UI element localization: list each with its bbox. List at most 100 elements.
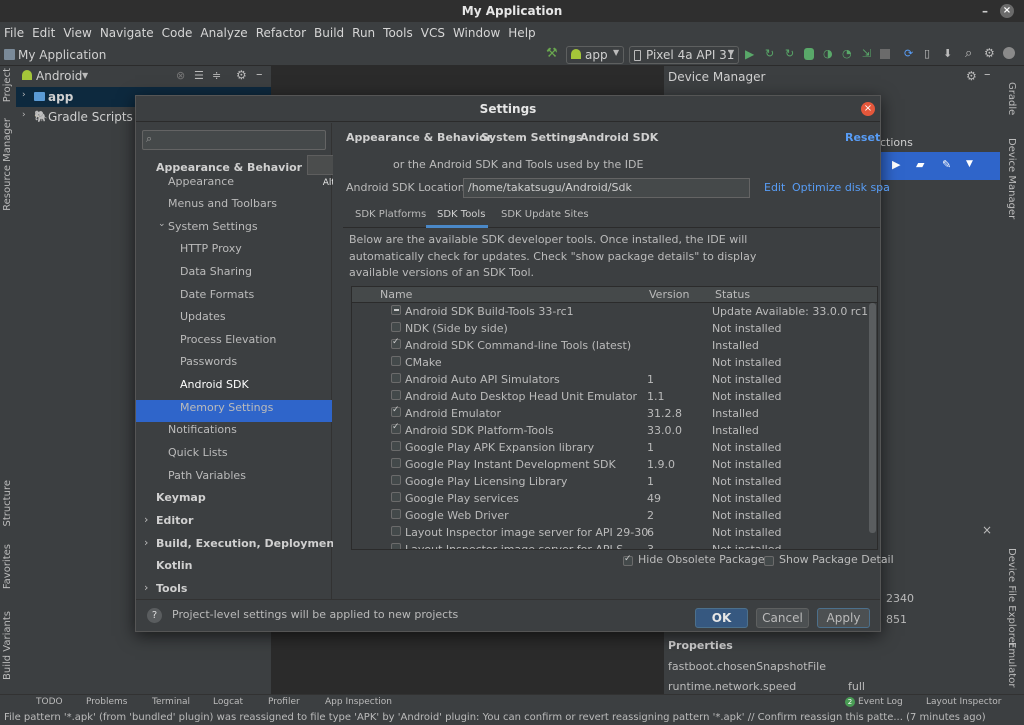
row-checkbox[interactable] [391,322,401,332]
collapse-all-icon[interactable]: ≑ [212,69,221,82]
apply-button[interactable]: Apply [817,608,870,628]
table-row[interactable]: Android SDK Command-line Tools (latest) I… [352,337,877,355]
show-details-checkbox[interactable] [764,556,774,566]
chevron-right-icon[interactable]: › [144,536,148,549]
hide-icon[interactable]: – [256,67,263,82]
layout-inspector-tool-tab[interactable]: Layout Inspector [926,697,1001,707]
tree-http-proxy[interactable]: HTTP Proxy [180,242,242,255]
menu-code[interactable]: Code [158,22,197,44]
tree-date-formats[interactable]: Date Formats [180,288,254,301]
logcat-tool-tab[interactable]: Logcat [213,697,243,707]
emulator-tool-tab[interactable]: Emulator [1006,642,1017,687]
settings-search-input[interactable]: ⌕ [142,130,326,150]
menu-build[interactable]: Build [310,22,348,44]
menu-edit[interactable]: Edit [28,22,59,44]
tree-path-variables[interactable]: Path Variables [168,469,246,482]
status-message[interactable]: File pattern '*.apk' (from 'bundled' plu… [4,712,986,723]
stop-icon[interactable] [880,49,890,59]
tab-sdk-tools[interactable]: SDK Tools [437,205,485,225]
tree-keymap[interactable]: Keymap [156,491,206,504]
chevron-right-icon[interactable]: › [22,110,26,120]
selected-device-row[interactable]: ▶ ▰ ✎ ▼ [880,152,1000,180]
tree-tools[interactable]: Tools [156,582,187,595]
tree-appearance-behavior[interactable]: Appearance & Behavior [156,161,302,174]
table-row[interactable]: Google Web Driver 2 Not installed [352,508,877,525]
sdk-manager-icon[interactable]: ⬇ [943,47,952,60]
menu-file[interactable]: File [0,22,28,44]
resource-manager-tool-tab[interactable]: Resource Manager [2,118,13,211]
table-scrollbar[interactable] [869,303,876,533]
table-row[interactable]: Google Play services 49 Not installed [352,491,877,508]
chevron-down-icon[interactable]: ⌄ [158,219,166,229]
gradle-tool-tab[interactable]: Gradle [1006,82,1017,115]
apply-changes-icon[interactable]: ↻ [765,47,774,60]
row-checkbox[interactable] [391,422,401,434]
column-version[interactable]: Version [649,288,689,301]
build-hammer-icon[interactable]: ⚒ [546,46,558,61]
chevron-down-icon[interactable]: ▼ [82,71,88,80]
apply-code-icon[interactable]: ↻ [785,47,794,60]
app-inspection-tool-tab[interactable]: App Inspection [325,697,392,707]
project-view-select[interactable]: Android [36,69,82,83]
attach-debugger-icon[interactable]: ⇲ [862,47,871,60]
gear-icon[interactable]: ⚙ [966,69,977,83]
tree-notifications[interactable]: Notifications [168,423,237,436]
tree-data-sharing[interactable]: Data Sharing [180,265,252,278]
edit-icon[interactable]: ✎ [942,158,951,171]
hide-icon[interactable]: – [984,67,991,82]
menu-help[interactable]: Help [504,22,539,44]
run-config-select[interactable]: app ▼ [566,46,624,64]
edit-location-link[interactable]: Edit [764,181,785,194]
close-icon[interactable]: × [861,102,875,116]
row-checkbox[interactable] [391,475,401,485]
locate-icon[interactable]: ⊗ [176,69,185,82]
todo-tool-tab[interactable]: TODO [36,697,63,707]
menu-view[interactable]: View [59,22,95,44]
row-checkbox[interactable] [391,405,401,417]
optimize-disk-link[interactable]: Optimize disk spa [792,181,890,194]
expand-all-icon[interactable]: ☰ [194,69,204,82]
sdk-location-field[interactable]: /home/takatsugu/Android/Sdk [463,178,750,198]
coverage-icon[interactable]: ◑ [823,47,833,60]
favorites-tool-tab[interactable]: Favorites [2,544,13,589]
cancel-button[interactable]: Cancel [756,608,809,628]
problems-tool-tab[interactable]: Problems [86,697,127,707]
menu-window[interactable]: Window [449,22,504,44]
profiler-tool-tab[interactable]: Profiler [268,697,300,707]
menu-analyze[interactable]: Analyze [196,22,251,44]
reset-link[interactable]: Reset [845,131,880,144]
tree-quick-lists[interactable]: Quick Lists [168,446,228,459]
search-icon[interactable]: ⌕ [965,46,972,61]
help-icon[interactable]: ? [147,608,162,623]
tree-editor[interactable]: Editor [156,514,193,527]
structure-tool-tab[interactable]: Structure [2,480,13,527]
table-row[interactable]: Google Play APK Expansion library 1 Not in… [352,440,877,457]
gear-icon[interactable]: ⚙ [236,68,247,82]
row-checkbox[interactable] [391,543,401,549]
row-checkbox[interactable] [391,356,401,366]
column-status[interactable]: Status [715,288,750,301]
row-checkbox[interactable] [391,373,401,383]
folder-icon[interactable]: ▰ [916,158,924,171]
tree-menus-toolbars[interactable]: Menus and Toolbars [168,197,277,210]
device-select[interactable]: Pixel 4a API 31 ▼ [629,46,739,64]
row-checkbox[interactable] [391,509,401,519]
account-icon[interactable] [1003,47,1015,59]
terminal-tool-tab[interactable]: Terminal [152,697,190,707]
menu-tools[interactable]: Tools [379,22,417,44]
minimize-icon[interactable]: – [982,4,988,18]
event-log-tool-tab[interactable]: Event Log [858,697,903,707]
table-row[interactable]: Android Emulator 31.2.8 Installed [352,405,877,423]
more-actions-icon[interactable]: ▼ [966,159,973,169]
row-checkbox[interactable] [391,337,401,349]
menu-navigate[interactable]: Navigate [96,22,158,44]
menu-refactor[interactable]: Refactor [252,22,310,44]
tree-passwords[interactable]: Passwords [180,355,237,368]
run-icon[interactable]: ▶ [745,47,754,61]
menu-run[interactable]: Run [348,22,379,44]
tree-process-elevation[interactable]: Process Elevation [180,333,276,346]
ok-button[interactable]: OK [695,608,748,628]
tree-kotlin[interactable]: Kotlin [156,559,193,572]
launch-icon[interactable]: ▶ [892,158,900,171]
breadcrumb-system-settings[interactable]: System Settings [481,131,583,144]
